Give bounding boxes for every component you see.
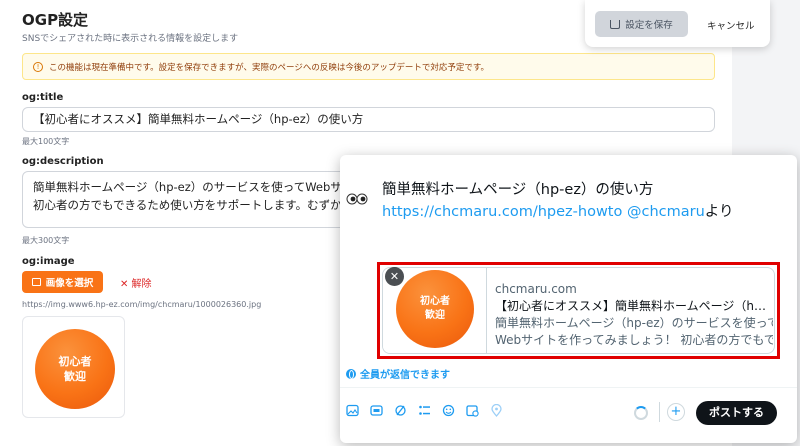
gif-icon[interactable] [370,404,383,417]
welcome-badge-image: 初心者 歓迎 [35,329,115,409]
link-card-highlight: 初心者 歓迎 chcmaru.com 【初心者にオススメ】簡単無料ホームページ（… [377,262,780,359]
reply-setting-button[interactable]: 全員が返信できます [346,366,450,381]
link-card-body: chcmaru.com 【初心者にオススメ】簡単無料ホームページ（hp-e...… [495,281,773,349]
cancel-button[interactable]: キャンセル [707,18,755,32]
remove-image-button[interactable]: ✕ 解除 [120,275,152,290]
card-description: Webサイトを作ってみましょう！ 初心者の方でもで... [495,333,773,347]
notice-text: この機能は現在準備中です。設定を保存できますが、実際のページへの反映は今後のアッ… [49,62,489,73]
badge-text: 初心者 [420,296,450,307]
page-title: OGP設定 [22,11,89,29]
notice-banner: ! この機能は現在準備中です。設定を保存できますが、実際のページへの反映は今後の… [22,53,715,80]
image-icon [31,278,41,286]
badge-text: 歓迎 [425,310,445,321]
og-description-label: og:description [22,156,104,167]
page-subtitle: SNSでシェアされた時に表示される情報を設定します [22,34,239,44]
og-title-input[interactable]: 【初心者にオススメ】簡単無料ホームページ（hp-ez）の使い方 [22,107,715,132]
location-icon [491,404,502,417]
card-title: 【初心者にオススメ】簡単無料ホームページ（hp-e... [495,299,773,313]
og-image-label: og:image [22,256,75,267]
post-mention[interactable]: @chcmaru [627,204,705,220]
composer-toolbar [346,404,503,417]
reply-setting-label: 全員が返信できます [360,370,450,381]
welcome-badge-image: 初心者 歓迎 [396,270,474,348]
badge-text: 歓迎 [64,370,86,383]
add-post-button[interactable]: + [667,403,685,421]
grok-icon[interactable] [394,404,407,417]
eyes-avatar-icon [346,193,368,205]
x-post-composer: 簡単無料ホームページ（hp-ez）の使い方 https://chcmaru.co… [340,155,797,443]
character-count-ring-icon [634,406,648,420]
og-title-label: og:title [22,92,64,103]
save-label: 設定を保存 [625,20,673,31]
action-bar: 設定を保存 キャンセル [585,0,770,47]
link-card[interactable]: 初心者 歓迎 chcmaru.com 【初心者にオススメ】簡単無料ホームページ（… [382,267,775,354]
badge-text: 初心者 [58,355,92,368]
info-icon: ! [33,61,43,72]
post-button[interactable]: ポストする [696,401,777,425]
schedule-icon[interactable] [466,404,479,417]
og-title-hint: 最大100文字 [22,137,70,146]
close-card-icon[interactable]: ✕ [385,267,404,286]
poll-icon[interactable] [418,404,431,417]
divider [340,387,797,388]
select-image-label: 画像を選択 [45,278,94,289]
post-text-line: 簡単無料ホームページ（hp-ez）の使い方 [382,182,654,198]
globe-icon [346,368,356,379]
image-url: https://img.www6.hp-ez.com/img/chcmaru/1… [22,300,262,309]
toolbar-separator [659,402,660,422]
image-preview: 初心者 歓迎 [22,316,125,418]
post-text-line: https://chcmaru.com/hpez-howto @chcmaruよ… [382,201,734,223]
emoji-icon[interactable] [442,404,455,417]
post-link[interactable]: https://chcmaru.com/hpez-howto [382,204,622,220]
post-suffix: より [704,204,734,220]
post-text[interactable]: 簡単無料ホームページ（hp-ez）の使い方 https://chcmaru.co… [382,179,734,223]
card-domain: chcmaru.com [495,282,577,296]
save-button[interactable]: 設定を保存 [595,11,688,37]
save-icon [610,19,621,29]
image-icon[interactable] [346,404,359,417]
select-image-button[interactable]: 画像を選択 [22,271,103,293]
card-description: 簡単無料ホームページ（hp-ez）のサービスを使って [495,316,773,330]
og-description-hint: 最大300文字 [22,236,70,245]
